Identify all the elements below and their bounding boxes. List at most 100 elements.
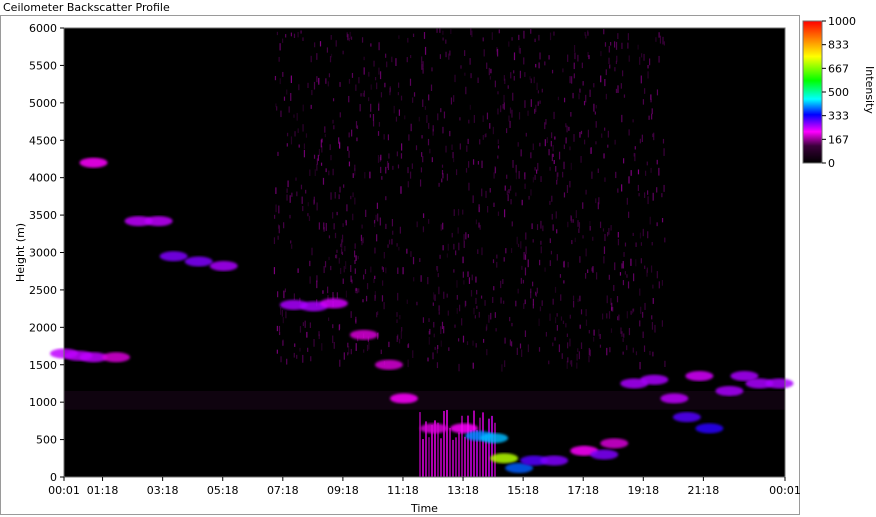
noise-mark [530,99,532,107]
cloud-layer-point [695,423,724,434]
noise-mark [433,333,435,338]
noise-mark [579,295,581,302]
noise-mark [289,195,291,203]
noise-mark [282,317,284,324]
noise-mark [479,224,481,230]
noise-mark [427,138,430,146]
noise-mark [380,166,382,174]
noise-mark [621,42,623,49]
noise-mark [465,232,467,240]
noise-mark [276,325,278,332]
noise-mark [389,87,391,93]
noise-mark [416,301,418,306]
noise-mark [380,154,382,161]
noise-mark [477,77,479,84]
noise-mark [432,352,434,360]
noise-mark [656,222,658,227]
noise-mark [537,162,539,171]
noise-mark [467,271,469,277]
noise-mark [550,140,552,147]
noise-mark [465,86,467,95]
noise-mark [497,139,499,144]
noise-mark [280,356,282,363]
noise-mark [431,67,433,72]
noise-mark [314,42,316,48]
noise-mark [512,159,514,168]
noise-mark [302,104,304,112]
precip-streak [478,417,481,477]
noise-mark [295,177,297,181]
noise-mark [626,311,628,319]
noise-mark [287,180,289,188]
noise-mark [278,225,280,234]
noise-mark [545,331,547,337]
noise-mark [556,254,558,261]
noise-mark [350,311,352,318]
noise-mark [412,33,415,38]
noise-mark [486,62,488,69]
noise-mark [500,280,502,289]
noise-mark [509,339,512,346]
noise-mark [566,333,569,337]
x-tick-label: 07:18 [267,484,299,497]
noise-mark [301,196,303,204]
noise-mark [463,240,465,248]
noise-mark [290,75,292,84]
noise-mark [565,323,567,328]
noise-mark [552,144,554,152]
noise-mark [473,307,475,315]
noise-mark [428,122,430,129]
noise-mark [635,351,638,356]
noise-mark [468,119,470,124]
noise-mark [302,37,304,41]
noise-mark [542,225,544,232]
noise-mark [479,139,481,145]
noise-mark [562,171,564,178]
noise-mark [454,324,456,328]
noise-mark [540,240,542,245]
precip-streak [487,418,490,477]
noise-mark [433,292,435,300]
noise-mark [515,192,517,197]
noise-mark [565,137,567,144]
noise-mark [381,176,383,180]
noise-mark [369,114,371,118]
noise-mark [325,168,327,173]
noise-mark [541,88,543,93]
noise-mark [374,219,376,228]
noise-mark [656,159,658,165]
noise-mark [377,155,380,163]
noise-mark [551,132,553,139]
noise-mark [459,117,461,121]
noise-mark [588,55,590,60]
noise-mark [497,155,499,159]
noise-mark [460,65,462,69]
noise-mark [406,57,408,63]
noise-mark [595,198,597,204]
noise-mark [387,134,390,141]
noise-mark [286,188,288,193]
noise-mark [407,181,409,188]
noise-mark [441,164,444,168]
noise-mark [579,256,581,263]
noise-mark [422,61,424,68]
noise-mark [604,42,607,47]
noise-mark [604,177,606,182]
noise-mark [283,222,285,229]
cloud-layer-point [102,352,131,363]
noise-mark [348,38,350,42]
noise-mark [358,288,360,293]
noise-mark [335,40,337,47]
noise-mark [307,347,309,352]
noise-mark [567,357,569,363]
noise-mark [578,93,580,100]
noise-mark [474,315,476,319]
noise-mark [532,177,534,183]
noise-mark [510,199,512,205]
noise-mark [306,331,308,338]
noise-mark [663,148,665,156]
noise-mark [344,245,346,252]
noise-mark [318,334,320,340]
noise-mark [524,267,527,276]
noise-mark [469,58,471,65]
